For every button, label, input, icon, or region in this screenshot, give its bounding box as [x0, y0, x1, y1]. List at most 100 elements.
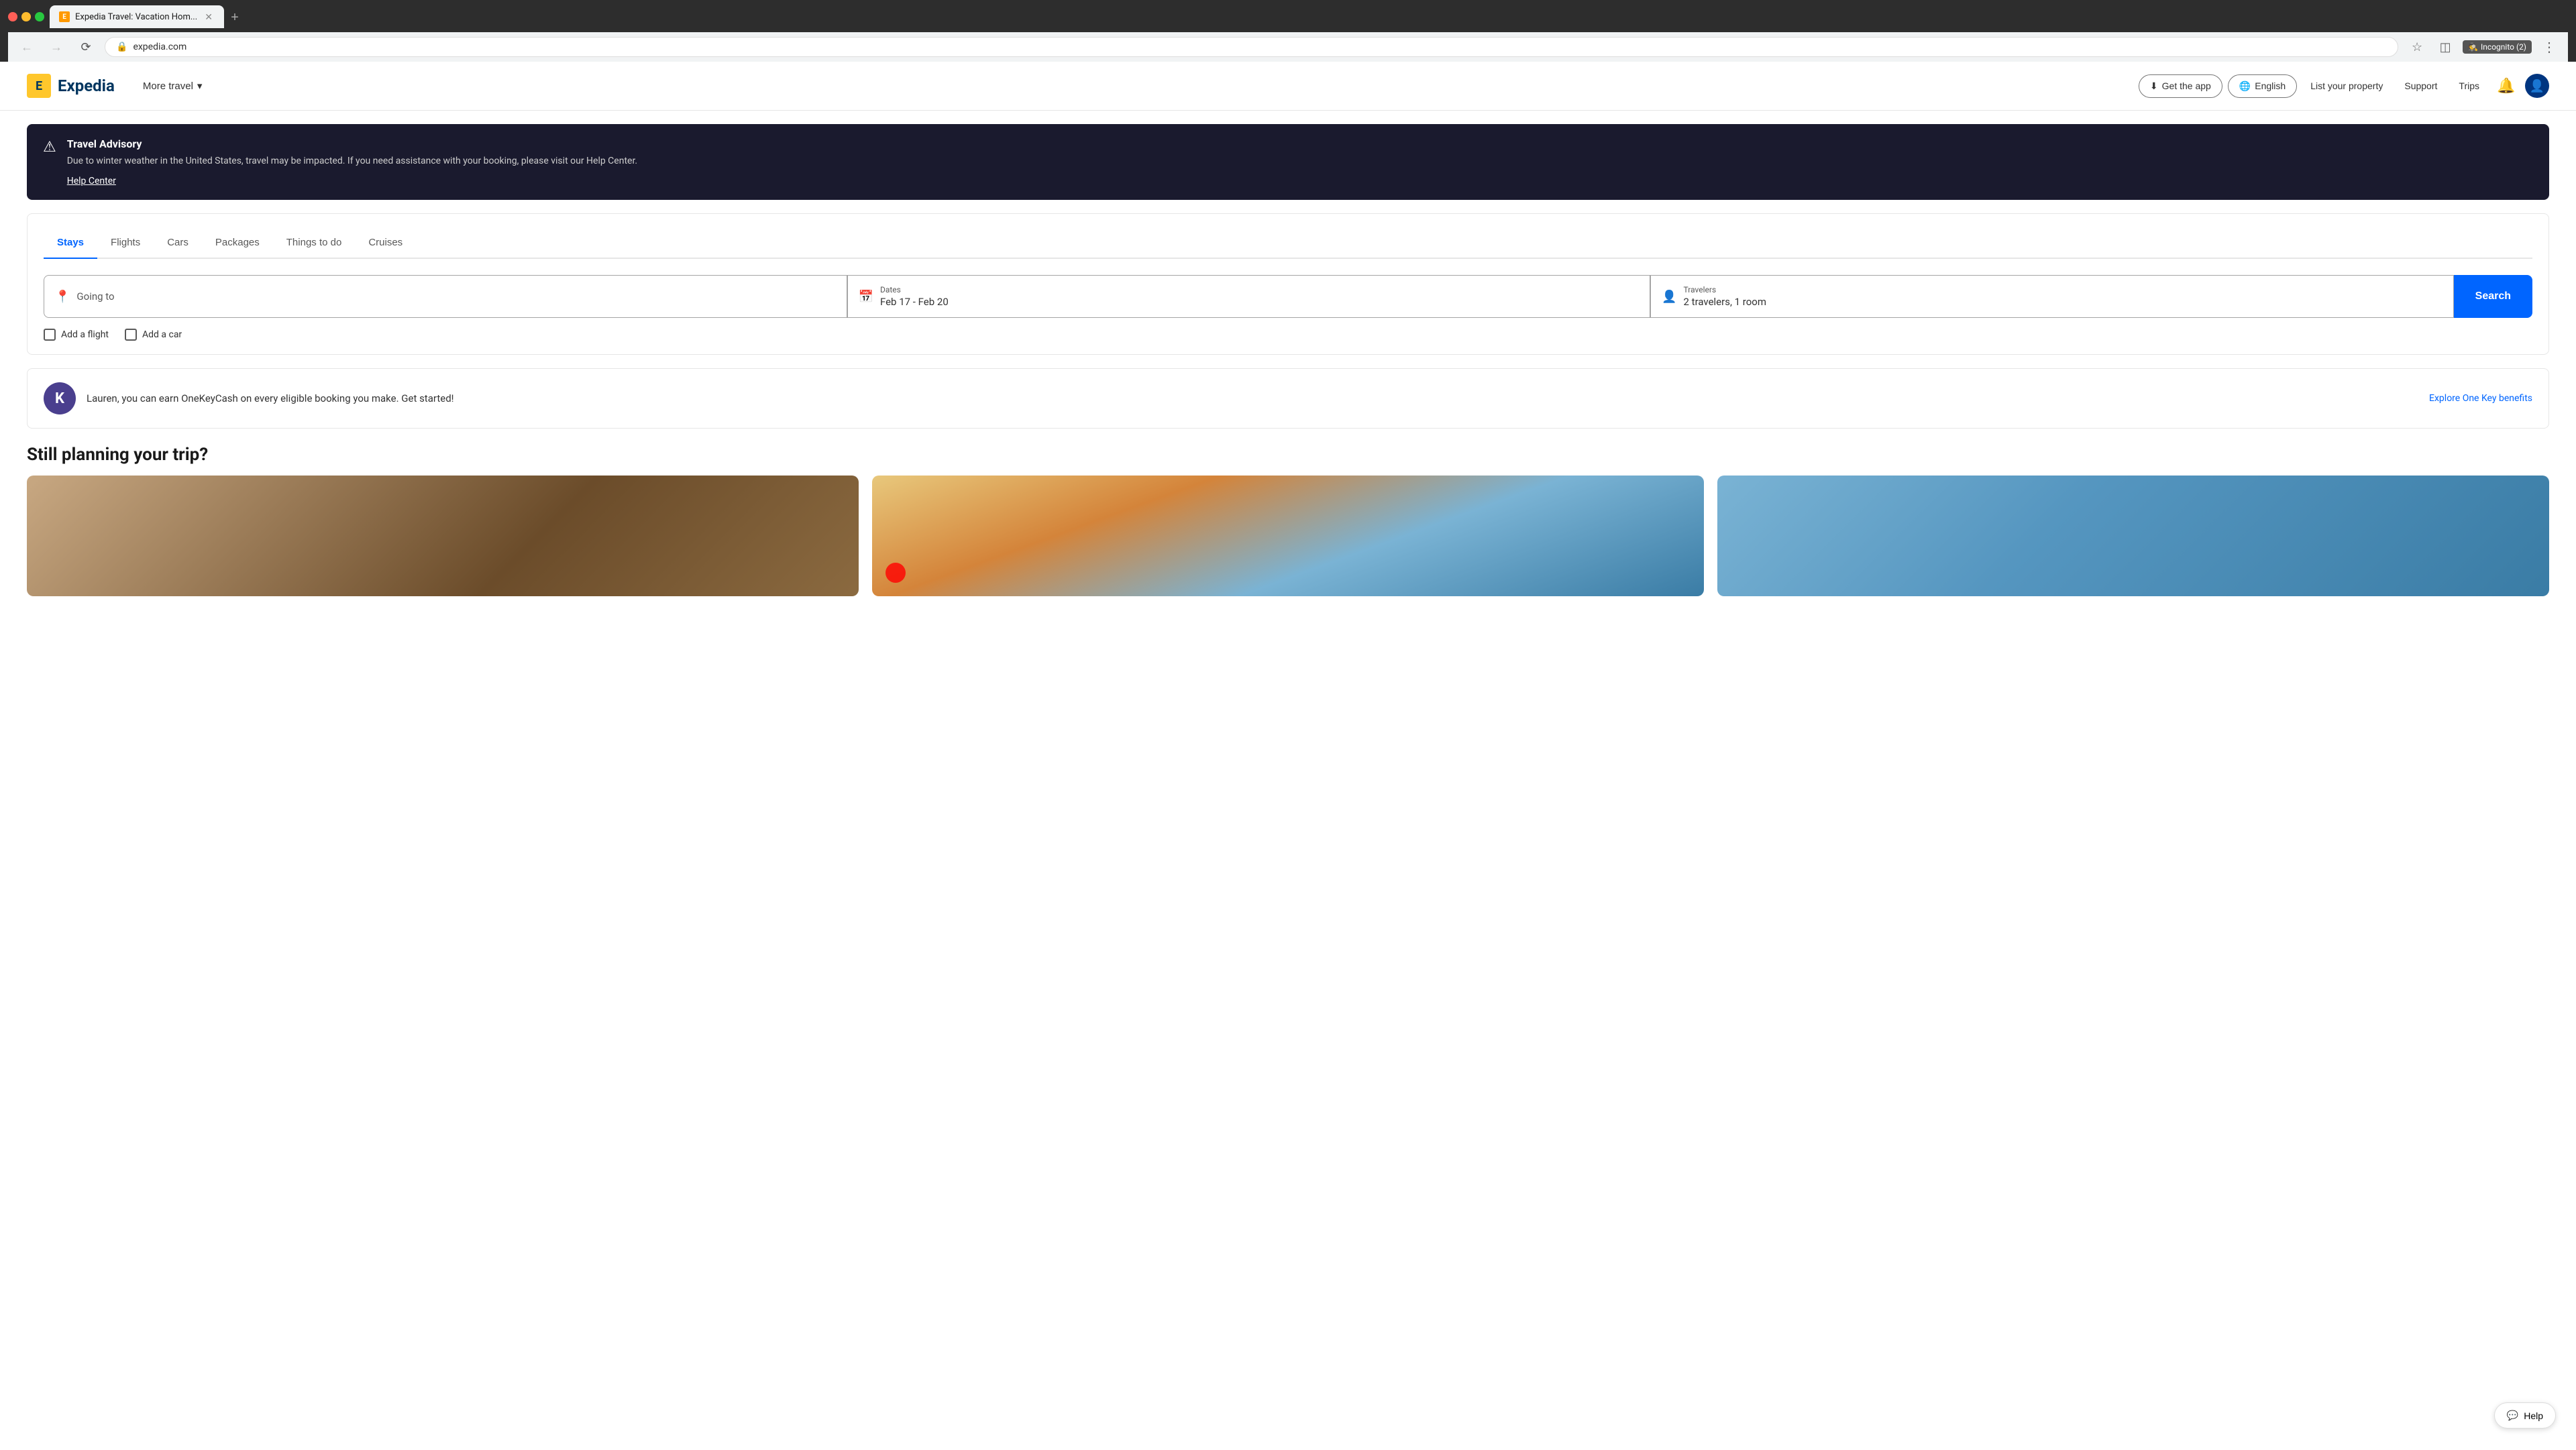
expedia-logo[interactable]: E Expedia [27, 74, 115, 98]
onekey-avatar-letter: K [55, 390, 64, 407]
help-label: Help [2524, 1410, 2543, 1421]
onekey-explore-link[interactable]: Explore One Key benefits [2429, 393, 2532, 404]
tab-things-to-do[interactable]: Things to do [273, 230, 356, 258]
advisory-banner: ⚠ Travel Advisory Due to winter weather … [27, 124, 2549, 200]
advisory-content: Travel Advisory Due to winter weather in… [67, 137, 2533, 186]
warning-icon: ⚠ [43, 139, 56, 156]
location-icon: 📍 [55, 290, 70, 304]
browser-more-button[interactable]: ⋮ [2538, 36, 2560, 58]
tab-things-label: Things to do [286, 237, 342, 248]
incognito-icon: 🕵 [2468, 42, 2478, 52]
chevron-down-icon: ▾ [197, 80, 203, 92]
support-button[interactable]: Support [2396, 75, 2445, 97]
tab-close-button[interactable]: ✕ [203, 11, 215, 23]
search-inputs-row: 📍 Going to 📅 Dates Feb 17 - Feb 20 👤 Tra… [44, 275, 2532, 318]
tab-cars[interactable]: Cars [154, 230, 202, 258]
tab-packages-label: Packages [215, 237, 260, 248]
tab-flights-label: Flights [111, 237, 140, 248]
window-controls [8, 12, 44, 21]
search-extras: Add a flight Add a car [44, 329, 2532, 341]
english-label: English [2255, 80, 2286, 91]
get-app-button[interactable]: ⬇ Get the app [2139, 74, 2222, 98]
card-3[interactable] [1717, 476, 2549, 596]
user-icon: 👤 [2530, 79, 2544, 93]
card-2[interactable] [872, 476, 1704, 596]
incognito-badge[interactable]: 🕵 Incognito (2) [2463, 40, 2532, 54]
address-bar-right: ☆ ◫ 🕵 Incognito (2) ⋮ [2406, 36, 2560, 58]
person-icon: 👤 [1662, 290, 1676, 304]
globe-icon: 🌐 [2239, 80, 2251, 92]
add-car-label: Add a car [142, 329, 182, 340]
download-icon: ⬇ [2150, 80, 2158, 92]
tab-cruises[interactable]: Cruises [355, 230, 416, 258]
address-bar[interactable]: 🔒 expedia.com [105, 37, 2398, 57]
tab-bar: E Expedia Travel: Vacation Hom... ✕ + [50, 5, 244, 28]
list-property-label: List your property [2310, 80, 2383, 91]
navbar: E Expedia More travel ▾ ⬇ Get the app 🌐 … [0, 62, 2576, 111]
add-flight-label: Add a flight [61, 329, 109, 340]
section-title: Still planning your trip? [27, 445, 2549, 465]
new-tab-button[interactable]: + [225, 7, 244, 28]
more-travel-label: More travel [143, 80, 193, 92]
reload-button[interactable]: ⟳ [75, 36, 97, 58]
page-content: E Expedia More travel ▾ ⬇ Get the app 🌐 … [0, 62, 2576, 1450]
window-close-button[interactable] [8, 12, 17, 21]
search-button[interactable]: Search [2454, 275, 2532, 318]
browser-tab-active[interactable]: E Expedia Travel: Vacation Hom... ✕ [50, 5, 224, 28]
bookmark-button[interactable]: ☆ [2406, 36, 2428, 58]
tab-stays[interactable]: Stays [44, 230, 97, 258]
card-image-2 [872, 476, 1704, 596]
travelers-field[interactable]: 👤 Travelers 2 travelers, 1 room [1650, 275, 2454, 318]
list-property-button[interactable]: List your property [2302, 75, 2391, 97]
dates-label: Dates [880, 285, 949, 294]
profile-split-button[interactable]: ◫ [2434, 36, 2456, 58]
add-flight-checkbox[interactable] [44, 329, 56, 341]
travelers-field-content: Travelers 2 travelers, 1 room [1684, 285, 1766, 308]
tab-flights[interactable]: Flights [97, 230, 154, 258]
browser-titlebar: E Expedia Travel: Vacation Hom... ✕ + [8, 5, 2568, 28]
address-url: expedia.com [133, 42, 186, 52]
add-car-checkbox[interactable] [125, 329, 137, 341]
card-image-3 [1717, 476, 2549, 596]
card-1[interactable] [27, 476, 859, 596]
calendar-icon: 📅 [859, 290, 873, 304]
tab-cars-label: Cars [167, 237, 189, 248]
trips-button[interactable]: Trips [2451, 75, 2487, 97]
more-travel-button[interactable]: More travel ▾ [135, 74, 211, 97]
onekey-banner: K Lauren, you can earn OneKeyCash on eve… [27, 368, 2549, 429]
destination-placeholder: Going to [76, 290, 114, 302]
onekey-avatar: K [44, 382, 76, 414]
bell-icon: 🔔 [2497, 77, 2515, 95]
help-button[interactable]: 💬 Help [2494, 1402, 2556, 1429]
tab-cruises-label: Cruises [368, 237, 402, 248]
back-button[interactable]: ← [16, 36, 38, 58]
forward-button[interactable]: → [46, 36, 67, 58]
travelers-value: 2 travelers, 1 room [1684, 296, 1766, 308]
travelers-label: Travelers [1684, 285, 1766, 294]
tab-packages[interactable]: Packages [202, 230, 273, 258]
search-widget: Stays Flights Cars Packages Things to do… [27, 213, 2549, 355]
card-image-1 [27, 476, 859, 596]
logo-icon: E [27, 74, 51, 98]
add-flight-checkbox-label[interactable]: Add a flight [44, 329, 109, 341]
search-label: Search [2475, 290, 2511, 302]
support-label: Support [2404, 80, 2437, 91]
dates-field[interactable]: 📅 Dates Feb 17 - Feb 20 [847, 275, 1651, 318]
advisory-help-link[interactable]: Help Center [67, 176, 116, 186]
window-minimize-button[interactable] [21, 12, 31, 21]
language-button[interactable]: 🌐 English [2228, 74, 2297, 98]
lock-icon: 🔒 [116, 42, 127, 52]
user-avatar[interactable]: 👤 [2525, 74, 2549, 98]
window-maximize-button[interactable] [35, 12, 44, 21]
notifications-button[interactable]: 🔔 [2493, 72, 2520, 99]
dates-field-content: Dates Feb 17 - Feb 20 [880, 285, 949, 308]
get-app-label: Get the app [2162, 80, 2211, 91]
destination-field-content: Going to [76, 290, 114, 302]
logo-text: Expedia [58, 76, 115, 95]
destination-field[interactable]: 📍 Going to [44, 275, 847, 318]
tab-favicon-expedia: E [59, 11, 70, 22]
advisory-text: Due to winter weather in the United Stat… [67, 154, 2533, 168]
add-car-checkbox-label[interactable]: Add a car [125, 329, 182, 341]
onekey-message: Lauren, you can earn OneKeyCash on every… [87, 392, 2418, 404]
trips-label: Trips [2459, 80, 2479, 91]
